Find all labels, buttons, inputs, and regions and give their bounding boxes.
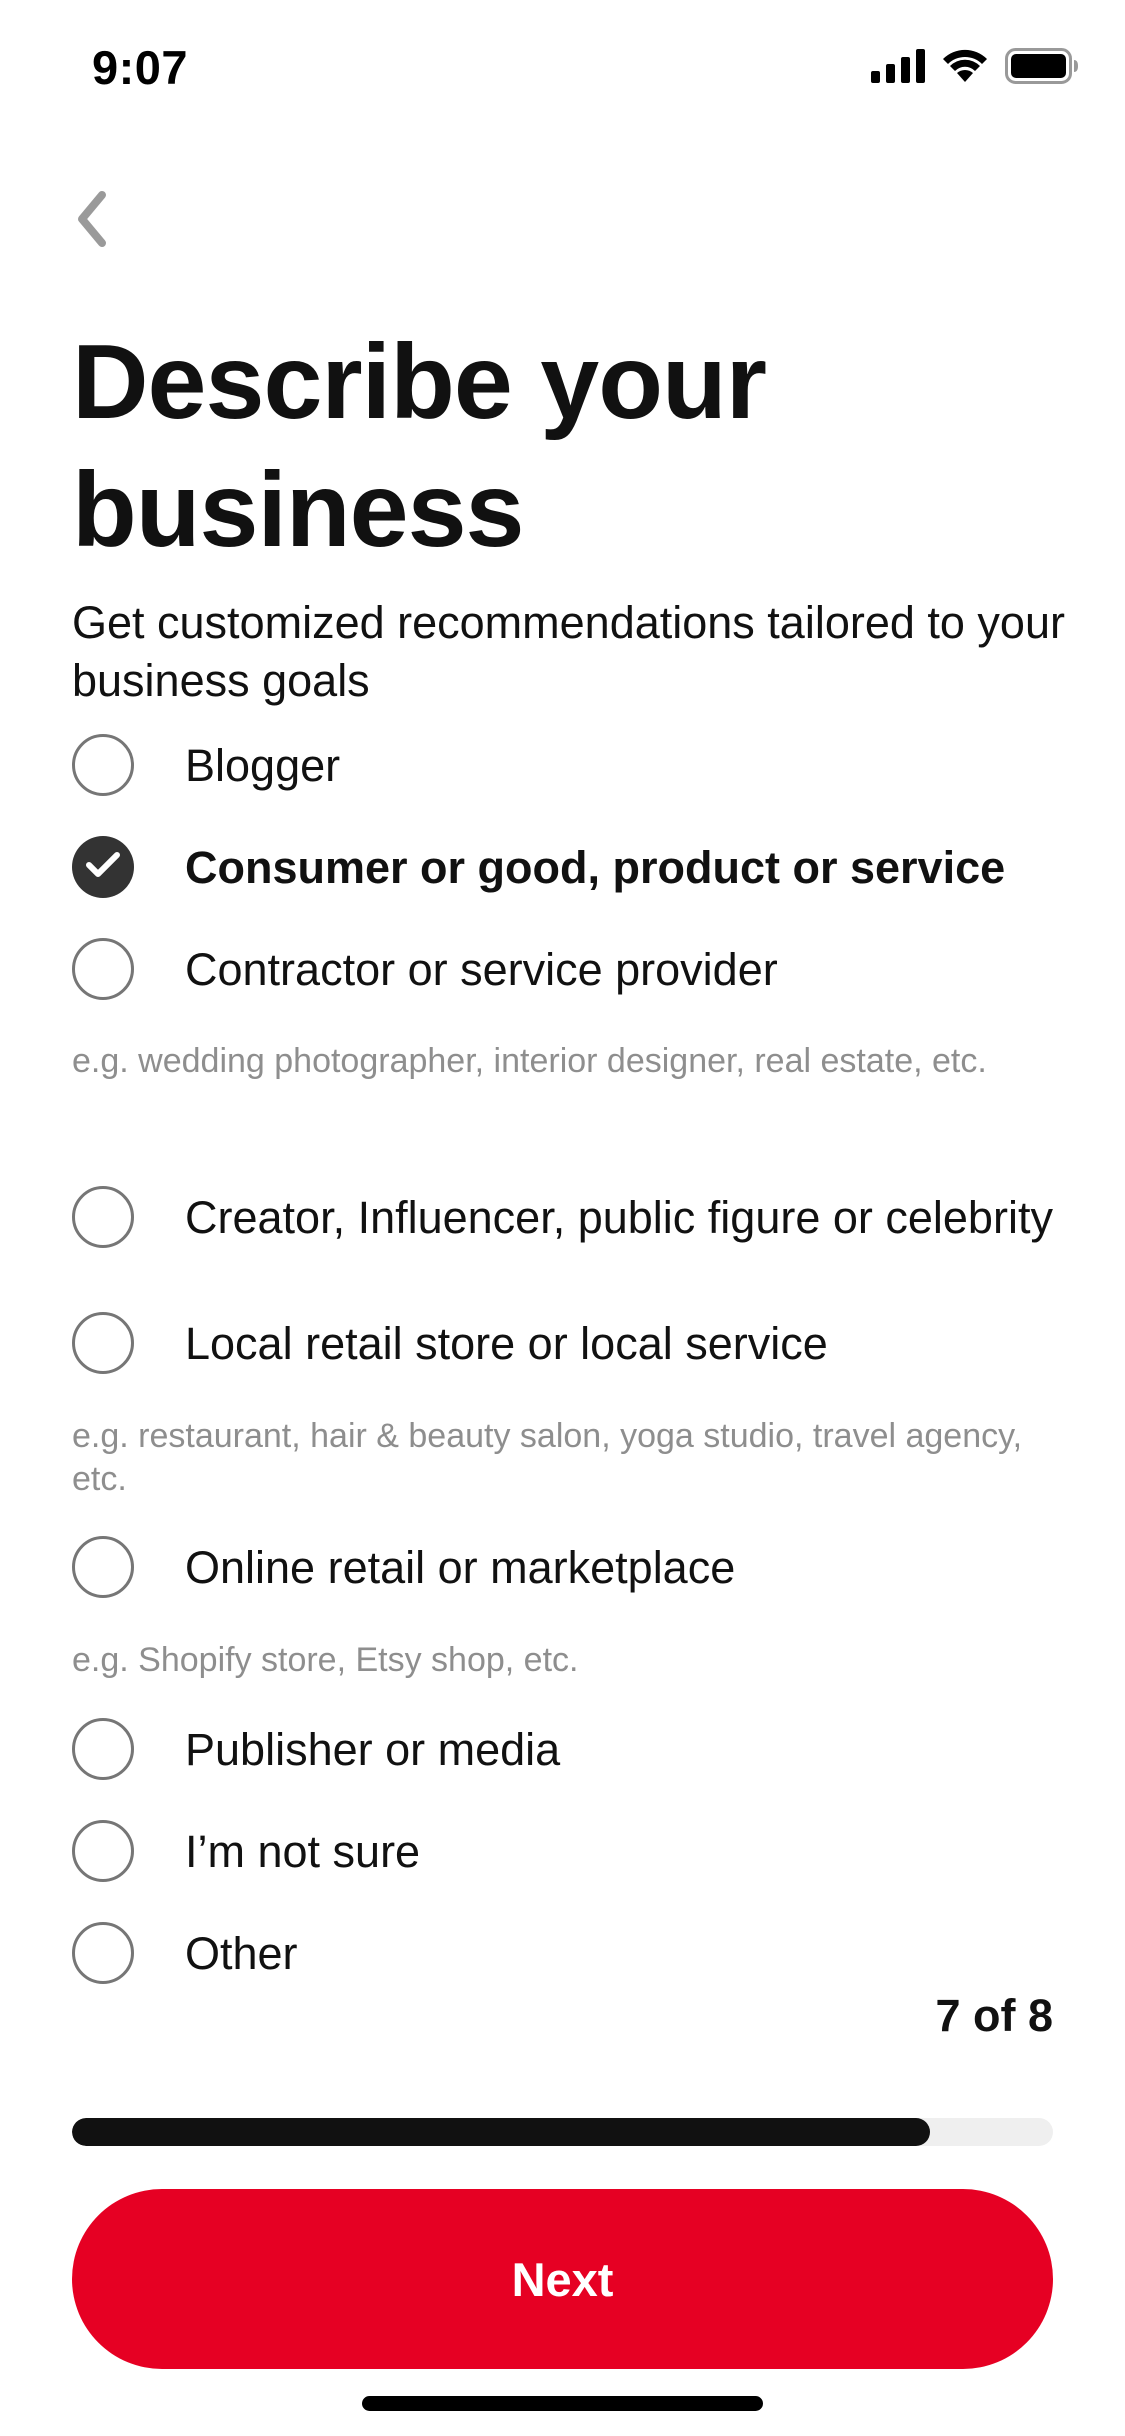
- option-local-retail[interactable]: Local retail store or local service: [72, 1312, 1072, 1374]
- radio-button[interactable]: [72, 1922, 134, 1984]
- option-label: Other: [185, 1927, 298, 1979]
- progress-bar: [72, 2118, 1053, 2146]
- status-bar: 9:07: [0, 0, 1125, 140]
- option-online-retail[interactable]: Online retail or marketplace: [72, 1536, 1072, 1598]
- option-label: Local retail store or local service: [185, 1317, 828, 1369]
- option-publisher[interactable]: Publisher or media: [72, 1718, 1072, 1780]
- next-button[interactable]: Next: [72, 2189, 1053, 2369]
- option-label: Creator, Influencer, public figure or ce…: [185, 1191, 1053, 1243]
- option-creator[interactable]: Creator, Influencer, public figure or ce…: [72, 1186, 1072, 1248]
- radio-button[interactable]: [72, 734, 134, 796]
- status-time: 9:07: [92, 41, 189, 94]
- radio-button[interactable]: [72, 1718, 134, 1780]
- option-label: Contractor or service provider: [185, 943, 778, 995]
- option-hint: e.g. wedding photographer, interior desi…: [72, 1042, 987, 1080]
- option-hint: e.g. restaurant, hair & beauty salon, yo…: [72, 1417, 1023, 1498]
- option-label: Blogger: [185, 739, 341, 791]
- radio-button[interactable]: [72, 1536, 134, 1598]
- option-hint: e.g. Shopify store, Etsy shop, etc.: [72, 1641, 579, 1679]
- home-indicator: [362, 2396, 763, 2411]
- cellular-signal-icon: [871, 49, 925, 88]
- battery-icon: [1005, 48, 1079, 89]
- radio-button[interactable]: [72, 938, 134, 1000]
- option-label: I’m not sure: [185, 1825, 421, 1877]
- radio-button[interactable]: [72, 1820, 134, 1882]
- option-blogger[interactable]: Blogger: [72, 734, 1072, 796]
- radio-button[interactable]: [72, 1312, 134, 1374]
- progress-bar-fill: [72, 2118, 931, 2146]
- option-consumer-goods[interactable]: Consumer or good, product or service: [72, 836, 1072, 898]
- option-not-sure[interactable]: I’m not sure: [72, 1820, 1072, 1882]
- option-other[interactable]: Other: [72, 1922, 1072, 1984]
- status-icons: [871, 48, 1079, 89]
- option-label: Consumer or good, product or service: [185, 841, 1006, 893]
- back-button[interactable]: [62, 186, 122, 256]
- checkmark-icon: [86, 851, 120, 883]
- option-label: Online retail or marketplace: [185, 1541, 736, 1593]
- radio-button-checked[interactable]: [72, 836, 134, 898]
- radio-button[interactable]: [72, 1186, 134, 1248]
- wifi-icon: [941, 48, 989, 89]
- page-subtitle: Get customized recommendations tailored …: [72, 597, 1065, 706]
- option-label: Publisher or media: [185, 1723, 561, 1775]
- option-contractor[interactable]: Contractor or service provider: [72, 938, 1072, 1000]
- chevron-left-icon: [72, 189, 112, 254]
- page-title: Describe your business: [72, 323, 767, 569]
- step-counter: 7 of 8: [935, 1990, 1053, 2041]
